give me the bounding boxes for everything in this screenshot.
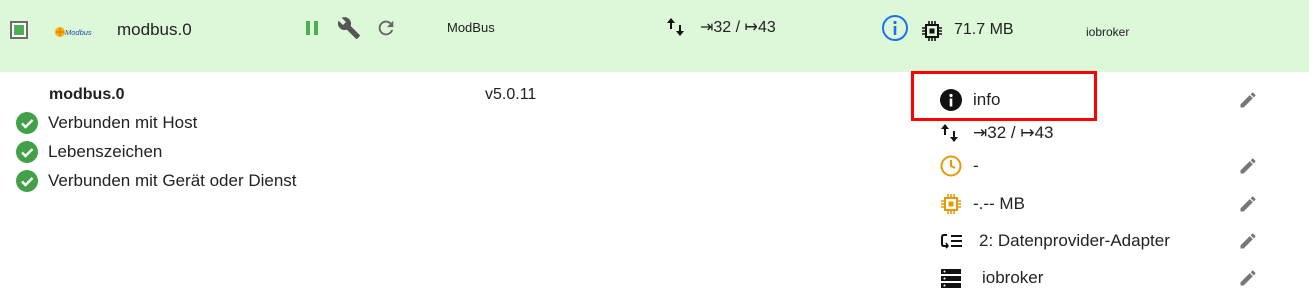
adapter-version: v5.0.11 bbox=[485, 86, 537, 103]
svg-text:Modbus: Modbus bbox=[65, 28, 92, 37]
memory-limit-label: -.-- MB bbox=[973, 194, 1025, 213]
memory-chip-icon bbox=[922, 21, 942, 41]
check-circle-icon bbox=[16, 141, 38, 163]
status-label: Verbunden mit Host bbox=[48, 113, 198, 132]
tier-row: 2: Datenprovider-Adapter bbox=[940, 229, 1170, 253]
restart-icon[interactable] bbox=[375, 17, 397, 39]
schedule-row: - bbox=[940, 154, 979, 178]
status-label: Verbunden mit Gerät oder Dienst bbox=[48, 171, 297, 190]
connections-label: ⇥32 / ↦43 bbox=[973, 123, 1054, 142]
modbus-logo: Modbus bbox=[55, 27, 92, 37]
swap-vert-icon bbox=[667, 18, 684, 36]
clock-icon bbox=[940, 155, 962, 177]
edit-schedule-pencil-icon[interactable] bbox=[1238, 156, 1258, 176]
swap-vert-icon bbox=[941, 124, 958, 142]
check-circle-icon bbox=[16, 112, 38, 134]
status-connected-host: Verbunden mit Host bbox=[16, 112, 197, 134]
connections-row: ⇥32 / ↦43 bbox=[940, 121, 1053, 145]
info-icon[interactable] bbox=[881, 14, 909, 42]
memory-usage: 71.7 MB bbox=[954, 21, 1014, 38]
host-server-icon bbox=[941, 269, 961, 288]
edit-host-pencil-icon[interactable] bbox=[1238, 268, 1258, 288]
tier-list-icon bbox=[941, 234, 962, 249]
status-heartbeat: Lebenszeichen bbox=[16, 141, 162, 163]
instance-title: modbus.0 bbox=[117, 20, 192, 39]
edit-info-pencil-icon[interactable] bbox=[1238, 90, 1258, 110]
highlight-box bbox=[911, 71, 1097, 121]
edit-tier-pencil-icon[interactable] bbox=[1238, 231, 1258, 251]
host-row: iobroker bbox=[940, 266, 1043, 290]
mode-label: ModBus bbox=[447, 20, 495, 35]
connections-count: ⇥32 / ↦43 bbox=[700, 19, 776, 36]
memory-chip-icon bbox=[941, 194, 961, 214]
host-label: iobroker bbox=[982, 268, 1044, 287]
check-circle-icon bbox=[16, 170, 38, 192]
memory-row: -.-- MB bbox=[940, 192, 1025, 216]
host-name: iobroker bbox=[1086, 25, 1130, 39]
detail-instance-name: modbus.0 bbox=[49, 86, 125, 103]
status-label: Lebenszeichen bbox=[48, 142, 163, 161]
edit-memory-pencil-icon[interactable] bbox=[1238, 194, 1258, 214]
wrench-icon[interactable] bbox=[337, 16, 361, 40]
schedule-label: - bbox=[973, 156, 979, 175]
select-checkbox[interactable] bbox=[10, 21, 28, 39]
status-connected-device: Verbunden mit Gerät oder Dienst bbox=[16, 170, 297, 192]
pause-icon[interactable] bbox=[303, 19, 321, 37]
tier-label: 2: Datenprovider-Adapter bbox=[979, 231, 1170, 250]
